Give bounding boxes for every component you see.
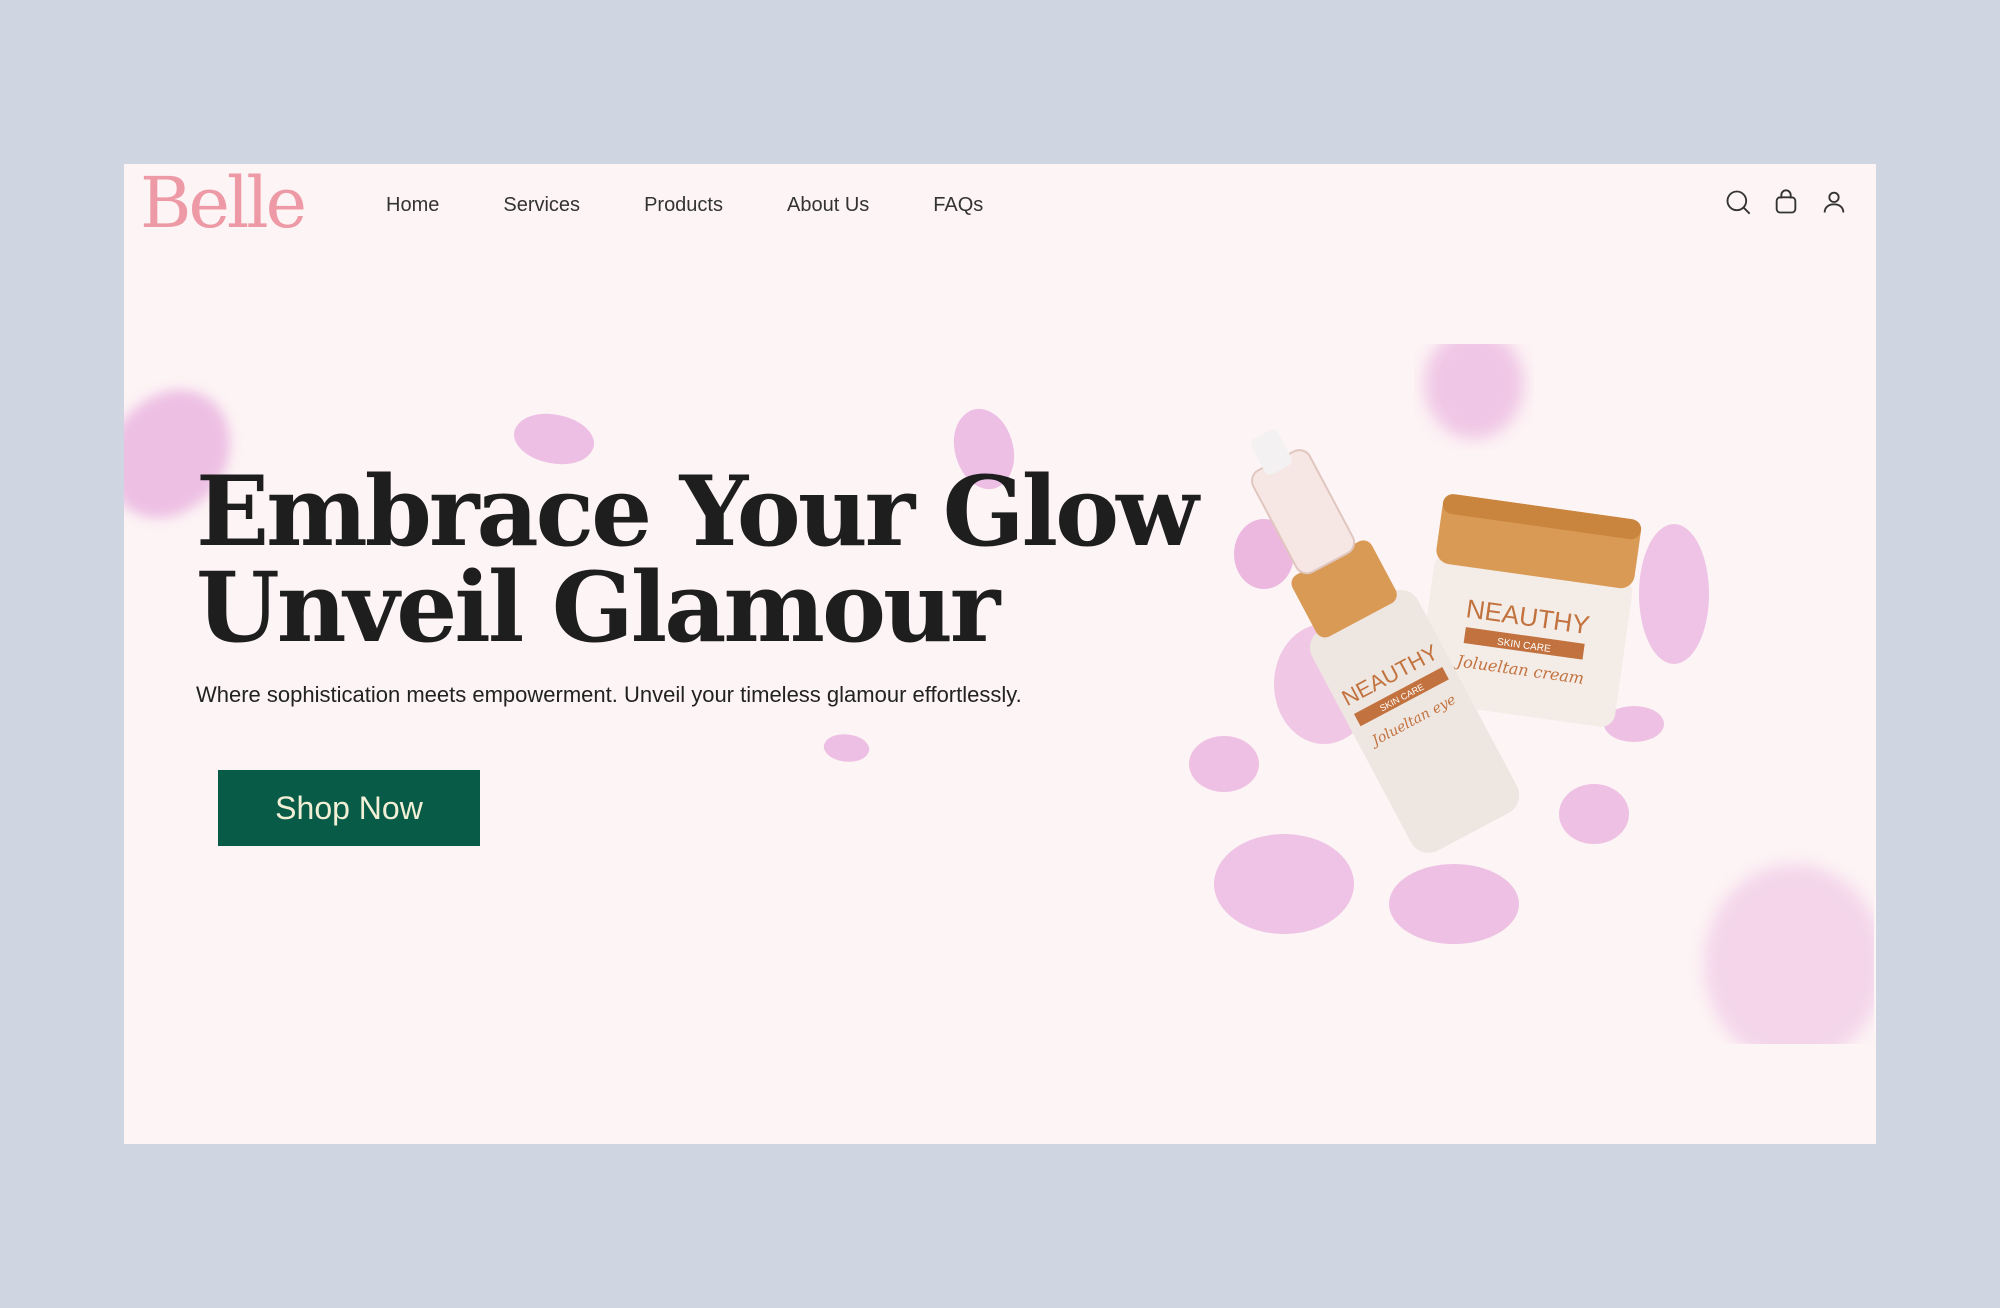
petal-decoration bbox=[821, 728, 872, 768]
hero-headline-line1: Embrace Your Glow bbox=[196, 455, 1199, 568]
hero-subtext: Where sophistication meets empowerment. … bbox=[196, 682, 1022, 707]
search-icon[interactable] bbox=[1724, 188, 1752, 216]
user-icon[interactable] bbox=[1820, 188, 1848, 216]
landing-page: Belle Home Services Products About Us FA… bbox=[124, 164, 1876, 1144]
hero-headline: Embrace Your Glow Unveil Glamour bbox=[196, 455, 1199, 664]
header-actions bbox=[1724, 188, 1848, 216]
nav-item-faqs[interactable]: FAQs bbox=[933, 194, 983, 217]
product-image: NEAUTHY SKIN CARE Jolueltan cream NEAUTH… bbox=[1189, 344, 1874, 1044]
main-nav: Home Services Products About Us FAQs bbox=[386, 194, 1047, 217]
shop-now-button[interactable]: Shop Now bbox=[218, 770, 480, 846]
nav-item-about-us[interactable]: About Us bbox=[787, 194, 869, 217]
hero-headline-line2: Unveil Glamour bbox=[196, 551, 1000, 664]
nav-item-home[interactable]: Home bbox=[386, 194, 439, 217]
nav-item-services[interactable]: Services bbox=[503, 194, 580, 217]
shopping-bag-icon[interactable] bbox=[1772, 188, 1800, 216]
nav-item-products[interactable]: Products bbox=[644, 194, 723, 217]
brand-logo[interactable]: Belle bbox=[140, 168, 307, 238]
